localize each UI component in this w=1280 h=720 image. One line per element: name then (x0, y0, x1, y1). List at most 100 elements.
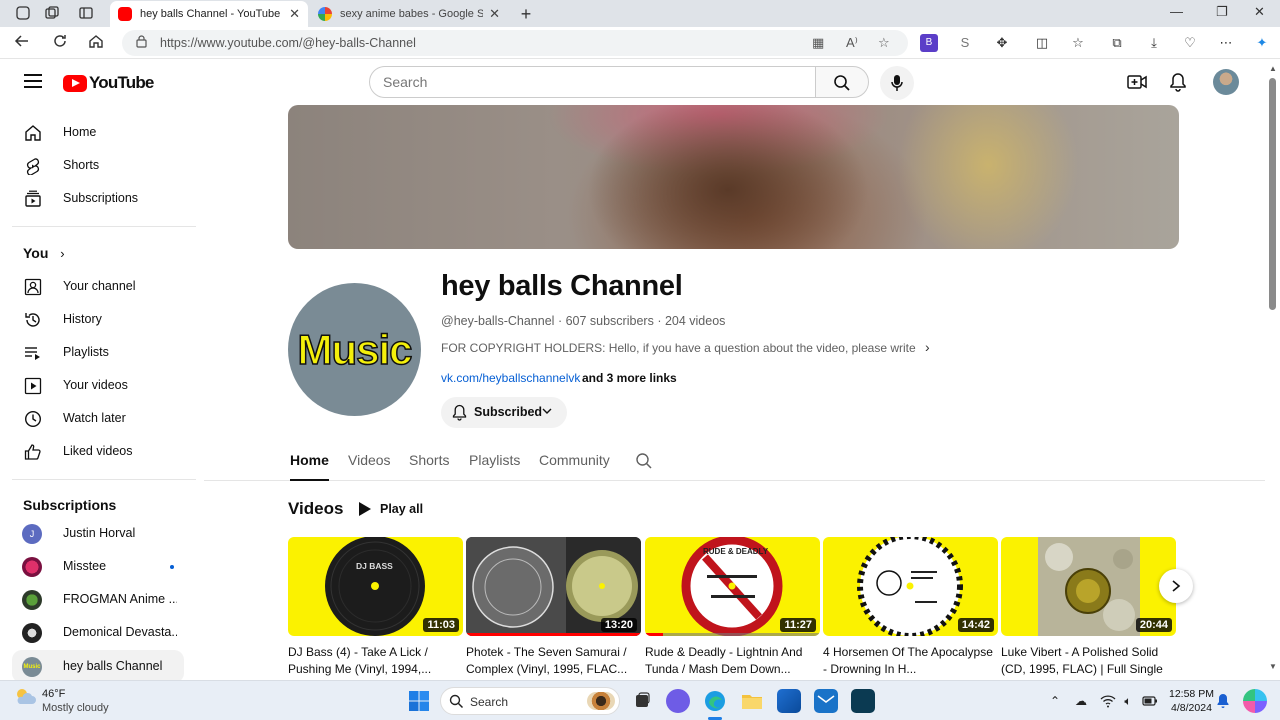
more-links[interactable]: and 3 more links (582, 371, 677, 385)
search-input[interactable] (370, 67, 815, 97)
show-hidden-icons-icon[interactable]: ⌃ (1047, 693, 1063, 709)
scrollbar-thumb[interactable] (1269, 78, 1276, 310)
back-icon[interactable] (12, 33, 32, 53)
tab-youtube[interactable]: hey balls Channel - YouTube ✕ (110, 1, 308, 27)
channel-description[interactable]: FOR COPYRIGHT HOLDERS: Hello, if you hav… (441, 341, 916, 355)
copilot-taskbar-icon[interactable] (1243, 689, 1267, 713)
microsoft-store-icon[interactable] (777, 689, 801, 713)
sidebar-item-subscriptions[interactable]: Subscriptions (12, 182, 184, 215)
scroll-up-icon[interactable]: ▲ (1269, 64, 1277, 73)
copilot-icon[interactable]: ✦ (1253, 34, 1271, 52)
refresh-icon[interactable] (50, 33, 70, 53)
sidebar-item-hey-balls-channel[interactable]: Music hey balls Channel (12, 650, 184, 683)
tab-google[interactable]: sexy anime babes - Google Search ✕ (310, 1, 508, 27)
file-explorer-icon[interactable] (740, 689, 764, 713)
page-scrollbar[interactable]: ▲ ▼ (1265, 60, 1280, 677)
tab-videos[interactable]: Videos (348, 452, 391, 468)
extension-s-icon[interactable]: S (956, 34, 974, 52)
app-icon[interactable] (851, 689, 875, 713)
battery-icon[interactable] (1142, 693, 1158, 709)
sidebar-item-shorts[interactable]: Shorts (12, 149, 184, 182)
video-card[interactable]: 13:20 Photek - The Seven Samurai / Compl… (466, 537, 641, 678)
wifi-icon[interactable] (1100, 693, 1116, 709)
notifications-icon[interactable] (1168, 72, 1188, 92)
menu-icon[interactable] (24, 74, 42, 88)
profile-icon[interactable] (14, 5, 32, 23)
maximize-icon[interactable]: ❐ (1216, 4, 1228, 20)
onedrive-icon[interactable]: ☁ (1073, 693, 1089, 709)
close-window-icon[interactable]: ✕ (1254, 4, 1265, 20)
channel-search-icon[interactable] (635, 452, 653, 470)
channel-link[interactable]: vk.com/heyballschannelvk (441, 371, 580, 385)
mail-icon[interactable] (814, 689, 838, 713)
video-card[interactable]: 20:44 Luke Vibert - A Polished Solid (CD… (1001, 537, 1176, 678)
sidebar-item-watch-later[interactable]: Watch later (12, 402, 184, 435)
youtube-logo[interactable]: YouTube (63, 73, 154, 93)
split-screen-icon[interactable]: ◫ (1033, 34, 1051, 52)
video-card[interactable]: DJ BASS 11:03 DJ Bass (4) - Take A Lick … (288, 537, 463, 678)
new-tab-icon[interactable]: + (517, 5, 535, 23)
edge-browser-icon[interactable] (703, 689, 727, 713)
sidebar-item-your-channel[interactable]: Your channel (12, 270, 184, 303)
videos-section-title[interactable]: Videos (288, 499, 343, 519)
sidebar-item-history[interactable]: History (12, 303, 184, 336)
favorite-star-icon[interactable]: ☆ (878, 35, 890, 51)
url-bar[interactable]: https://www.youtube.com/@hey-balls-Chann… (122, 30, 908, 56)
app-available-icon[interactable]: ▦ (812, 35, 824, 51)
taskbar-search[interactable]: Search (440, 687, 620, 715)
video-thumbnail[interactable]: 13:20 (466, 537, 641, 636)
weather-widget[interactable]: 46°F Mostly cloudy (14, 687, 109, 714)
video-title[interactable]: DJ Bass (4) - Take A Lick / Pushing Me (… (288, 644, 463, 678)
teams-chat-icon[interactable] (666, 689, 690, 713)
more-menu-icon[interactable]: ⋯ (1217, 34, 1235, 52)
video-card[interactable]: RUDE & DEADLY 11:27 Rude & Deadly - Ligh… (645, 537, 820, 678)
video-title[interactable]: 4 Horsemen Of The Apocalypse - Drowning … (823, 644, 998, 678)
collections-icon[interactable]: ⧉ (1108, 34, 1126, 52)
sidebar-item-your-videos[interactable]: Your videos (12, 369, 184, 402)
tab-shorts[interactable]: Shorts (409, 452, 449, 468)
carousel-next-button[interactable] (1159, 569, 1193, 603)
system-clock[interactable]: 12:58 PM 4/8/2024 (1169, 687, 1214, 715)
subscribed-button[interactable]: Subscribed (441, 397, 567, 428)
start-button[interactable] (407, 689, 431, 713)
task-view-icon[interactable] (630, 689, 654, 713)
favorites-icon[interactable]: ☆ (1069, 34, 1087, 52)
sidebar-item-playlists[interactable]: Playlists (12, 336, 184, 369)
tab-playlists[interactable]: Playlists (469, 452, 520, 468)
account-avatar[interactable] (1213, 69, 1239, 95)
sidebar-item-demonical[interactable]: Demonical Devasta... (12, 616, 184, 649)
vertical-tabs-icon[interactable] (77, 5, 95, 23)
video-thumbnail[interactable]: RUDE & DEADLY 11:27 (645, 537, 820, 636)
sidebar-item-misstee[interactable]: Misstee (12, 550, 184, 583)
video-title[interactable]: Luke Vibert - A Polished Solid (CD, 1995… (1001, 644, 1176, 678)
voice-search-button[interactable] (880, 66, 914, 100)
create-video-icon[interactable] (1127, 72, 1147, 92)
tab-home[interactable]: Home (290, 452, 329, 481)
search-button[interactable] (815, 66, 869, 98)
minimize-icon[interactable]: — (1170, 4, 1183, 19)
extension-badge-icon[interactable]: B (920, 34, 938, 52)
downloads-icon[interactable]: ⤓ (1145, 34, 1163, 52)
video-title[interactable]: Photek - The Seven Samurai / Complex (Vi… (466, 644, 641, 678)
notification-bell-icon[interactable] (1215, 693, 1231, 709)
video-thumbnail[interactable]: 14:42 (823, 537, 998, 636)
chevron-right-icon[interactable]: › (925, 339, 930, 355)
close-tab-icon[interactable]: ✕ (489, 6, 500, 22)
sidebar-item-frogman[interactable]: FROGMAN Anime ... (12, 583, 184, 616)
close-tab-icon[interactable]: ✕ (289, 6, 300, 22)
scroll-down-icon[interactable]: ▼ (1269, 662, 1277, 671)
you-heading[interactable]: You › (23, 245, 65, 261)
sidebar-item-liked-videos[interactable]: Liked videos (12, 435, 184, 468)
sidebar-item-home[interactable]: Home (12, 116, 184, 149)
tab-community[interactable]: Community (539, 452, 610, 468)
home-browser-icon[interactable] (86, 33, 106, 53)
video-card[interactable]: 14:42 4 Horsemen Of The Apocalypse - Dro… (823, 537, 998, 678)
browser-essentials-icon[interactable]: ♡ (1181, 34, 1199, 52)
video-title[interactable]: Rude & Deadly - Lightnin And Tunda / Mas… (645, 644, 820, 678)
extensions-puzzle-icon[interactable]: ✥ (993, 34, 1011, 52)
video-thumbnail[interactable]: DJ BASS 11:03 (288, 537, 463, 636)
video-thumbnail[interactable]: 20:44 (1001, 537, 1176, 636)
sidebar-item-justin-horval[interactable]: J Justin Horval (12, 517, 184, 550)
volume-icon[interactable]: 🔈︎ (1120, 693, 1136, 709)
channel-avatar[interactable]: Music (288, 283, 421, 416)
